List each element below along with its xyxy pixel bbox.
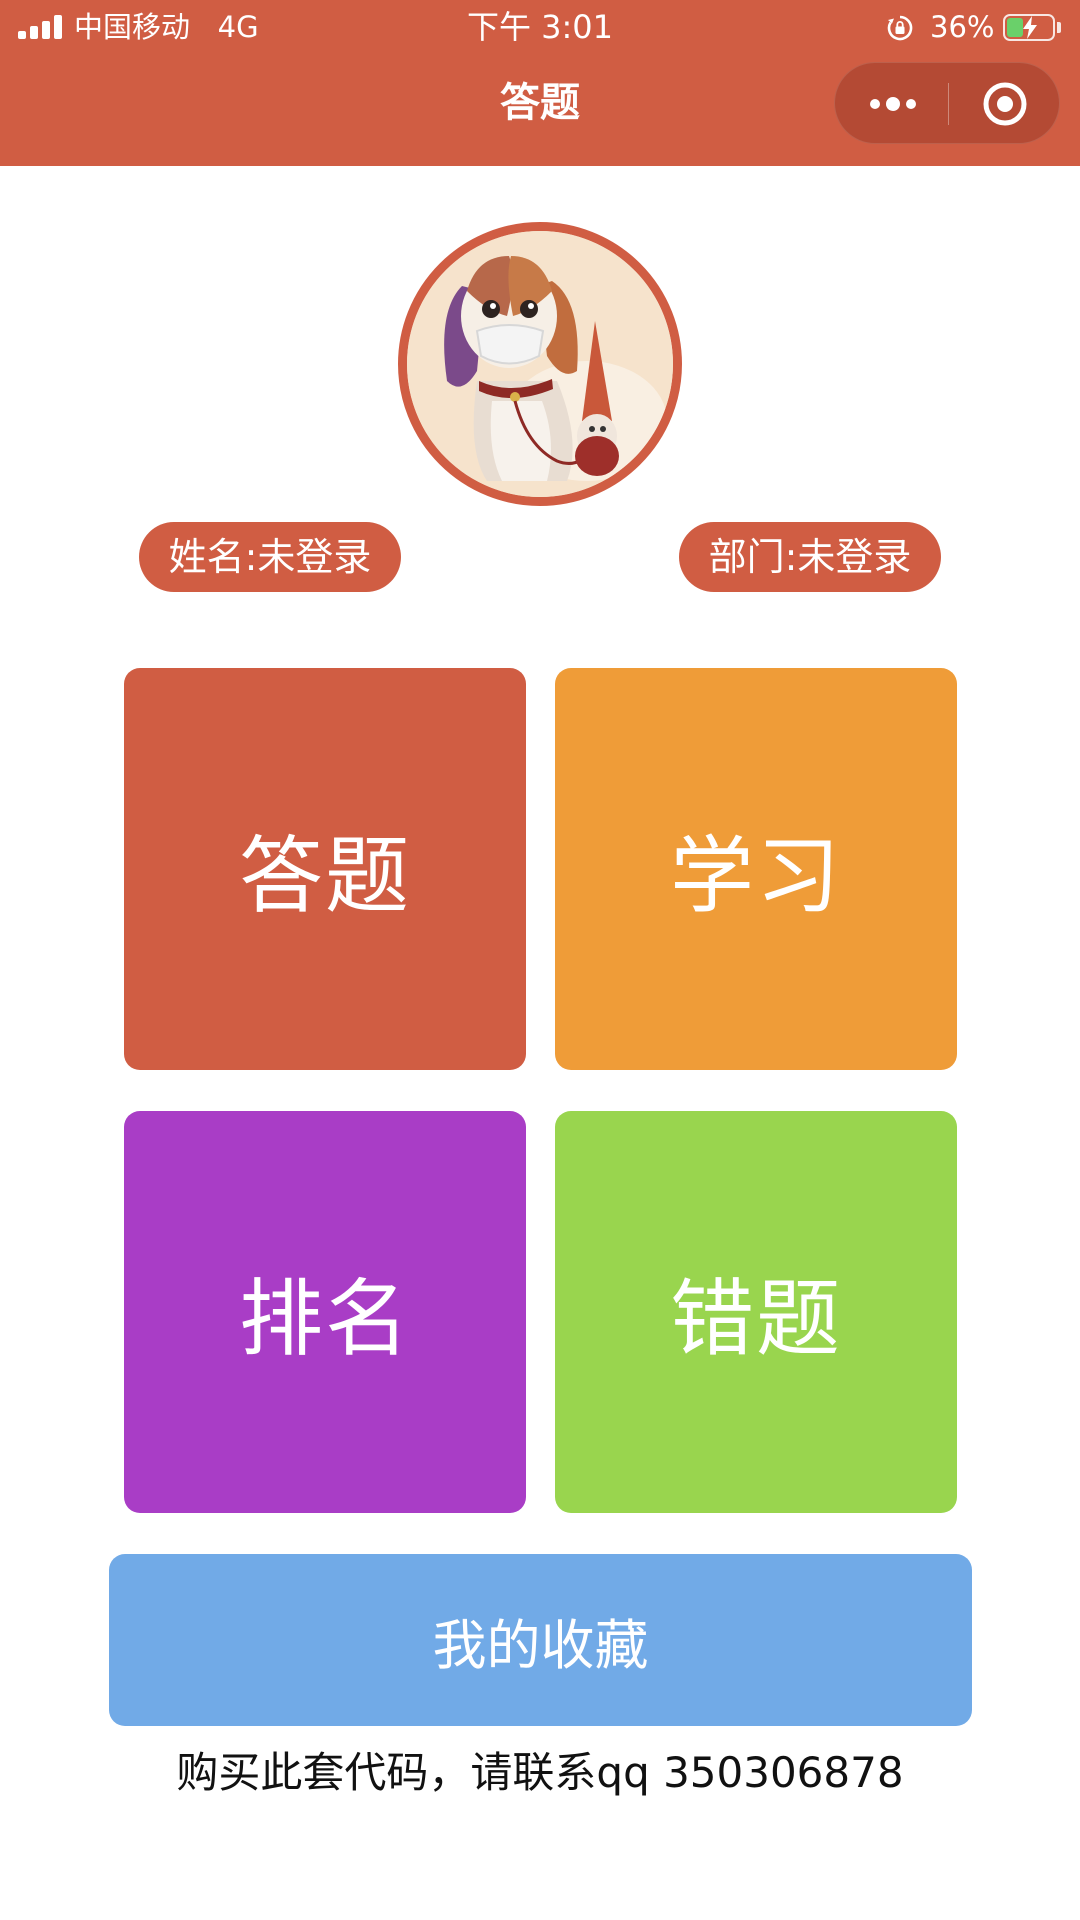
contact-note: 购买此套代码，请联系qq 350306878 bbox=[176, 1748, 904, 1797]
status-bar: 中国移动 4G 下午 3:01 36% bbox=[0, 0, 1080, 56]
my-favorites-button[interactable]: 我的收藏 bbox=[109, 1554, 972, 1726]
battery-cap bbox=[1057, 22, 1061, 33]
name-badge: 姓名:未登录 bbox=[139, 522, 401, 592]
answer-tile-button[interactable]: 答题 bbox=[124, 668, 526, 1070]
dog-avatar-icon bbox=[407, 231, 673, 497]
study-tile-button[interactable]: 学习 bbox=[555, 668, 957, 1070]
status-time: 下午 3:01 bbox=[466, 8, 614, 46]
rotation-lock-icon bbox=[887, 15, 913, 41]
ranking-tile-button[interactable]: 排名 bbox=[124, 1111, 526, 1513]
avatar[interactable] bbox=[398, 222, 682, 506]
close-target-icon[interactable] bbox=[981, 80, 1029, 128]
app-header: 中国移动 4G 下午 3:01 36% 答题 bbox=[0, 0, 1080, 166]
battery-percent: 36% bbox=[930, 10, 995, 44]
wrong-answers-tile-button[interactable]: 错题 bbox=[555, 1111, 957, 1513]
ellipsis-icon[interactable] bbox=[865, 90, 921, 118]
charging-bolt-icon bbox=[1023, 16, 1037, 39]
department-badge: 部门:未登录 bbox=[679, 522, 941, 592]
mini-program-capsule bbox=[834, 62, 1060, 144]
capsule-divider bbox=[948, 83, 949, 125]
